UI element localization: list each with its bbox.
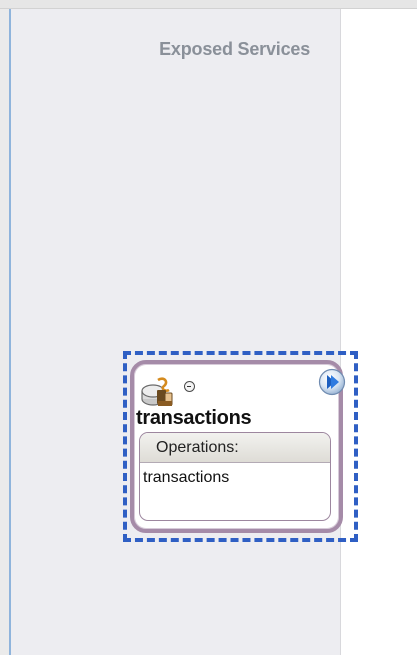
operations-header: Operations: <box>140 433 330 463</box>
operation-item[interactable]: transactions <box>140 463 330 487</box>
swimlane-title: Exposed Services <box>159 39 310 59</box>
top-toolbar-strip <box>0 0 417 9</box>
exposed-services-swimlane: Exposed Services <box>11 9 341 655</box>
operations-panel: Operations: transactions <box>139 432 331 521</box>
left-edge-border <box>0 9 11 655</box>
service-card[interactable]: transactions Operations: transactions <box>130 360 346 533</box>
web-service-icon <box>141 377 173 406</box>
service-name: transactions <box>136 407 252 429</box>
expand-arrow-icon[interactable] <box>318 368 346 396</box>
collapse-icon[interactable] <box>184 381 195 392</box>
